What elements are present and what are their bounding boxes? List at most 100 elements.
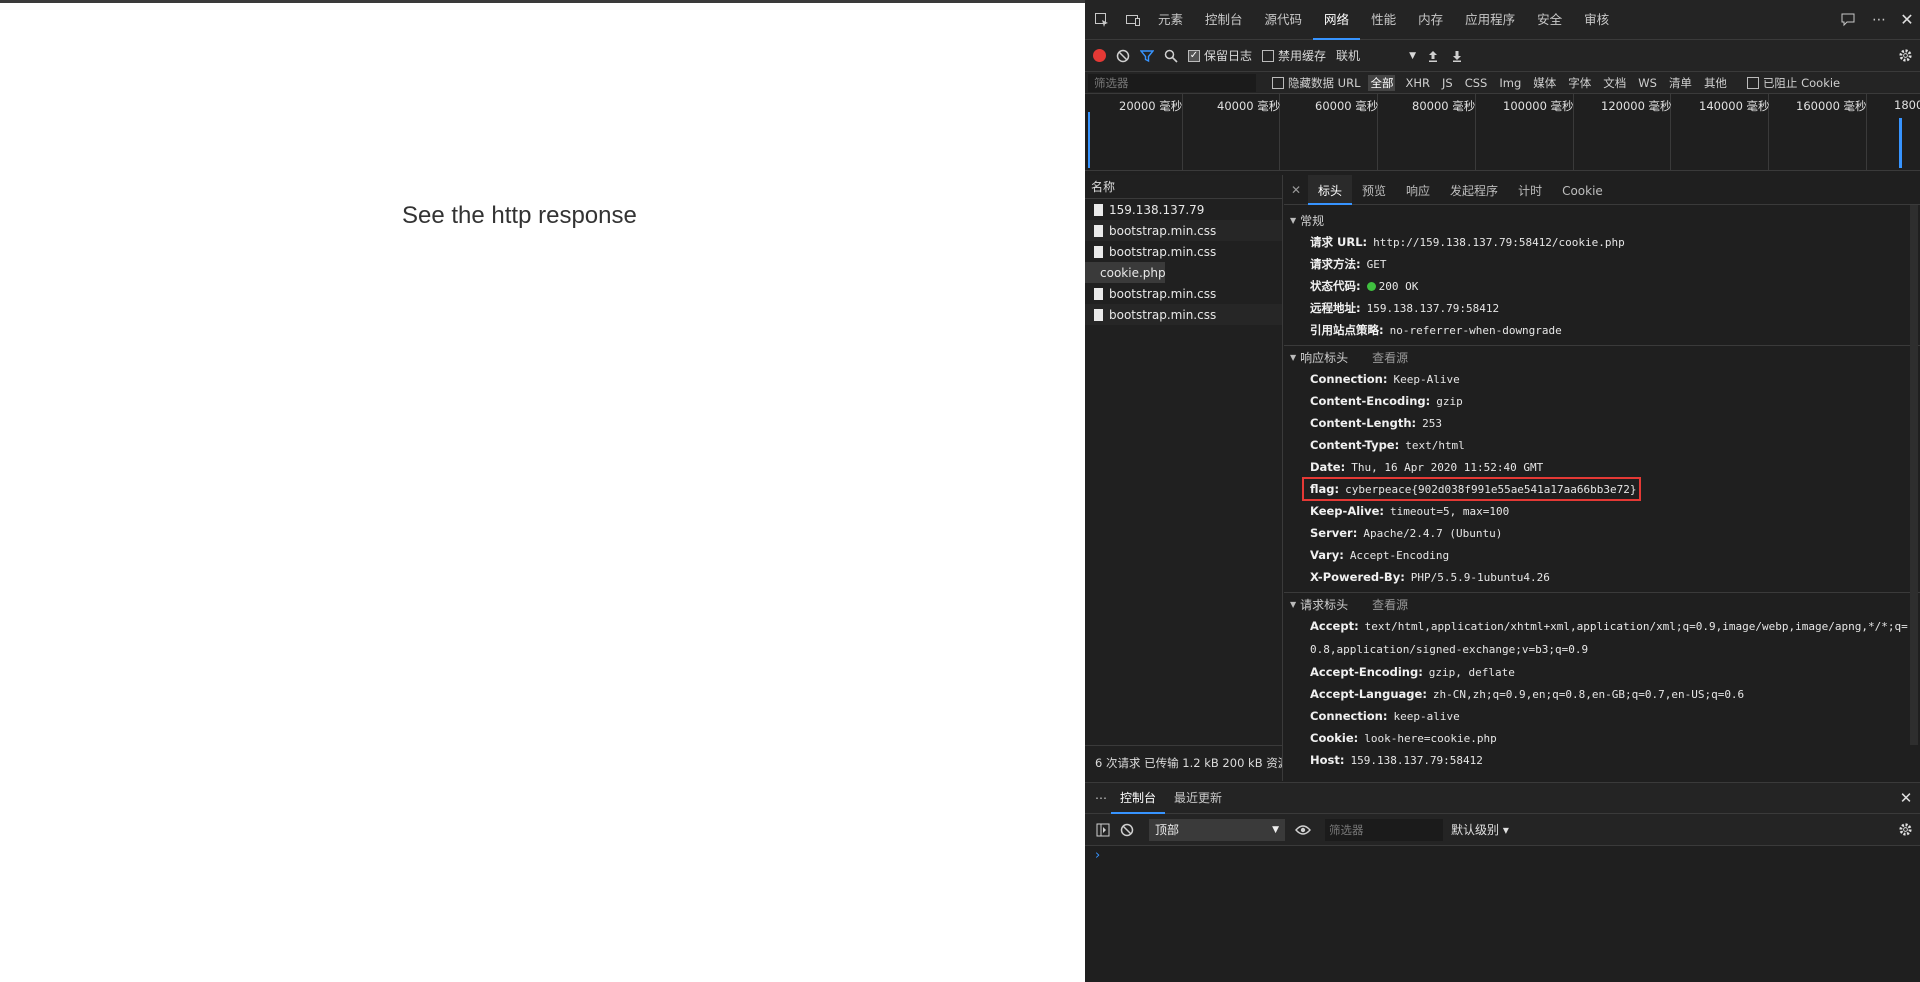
response-header-row: Date: Thu, 16 Apr 2020 11:52:40 GMT [1310, 460, 1544, 474]
filter-type-all[interactable]: 全部 [1368, 74, 1396, 91]
file-icon [1094, 245, 1103, 258]
filter-type-img[interactable]: Img [1497, 76, 1523, 90]
drawer-tab-console[interactable]: 控制台 [1111, 782, 1166, 814]
clear-console-icon[interactable] [1113, 823, 1141, 837]
tab-audits[interactable]: 审核 [1573, 0, 1620, 40]
request-row-bootstrap-css[interactable]: bootstrap.min.css [1085, 304, 1282, 325]
general-section-header[interactable]: ▼ 常规 [1284, 209, 1920, 231]
preserve-log-checked-icon: ✓ [1188, 49, 1200, 62]
request-row-cookie-php[interactable]: cookie.php [1085, 262, 1166, 283]
tab-timing[interactable]: 计时 [1508, 175, 1552, 205]
timeline-tick-label: 20000 毫秒 [1119, 99, 1183, 113]
page-message: See the http response [402, 202, 637, 229]
request-row-bootstrap-css[interactable]: bootstrap.min.css [1085, 241, 1282, 262]
console-settings-gear-icon[interactable] [1890, 822, 1920, 837]
general-referrer-policy: 引用站点策略: no-referrer-when-downgrade [1310, 323, 1562, 337]
filter-type-font[interactable]: 字体 [1566, 75, 1593, 91]
tab-application[interactable]: 应用程序 [1454, 0, 1526, 40]
filter-type-xhr[interactable]: XHR [1403, 76, 1432, 90]
timeline-tick-label: 60000 毫秒 [1315, 99, 1379, 113]
tab-performance[interactable]: 性能 [1360, 0, 1407, 40]
filter-type-doc[interactable]: 文档 [1601, 75, 1628, 91]
import-har-icon[interactable] [1426, 49, 1440, 63]
feedback-icon[interactable] [1832, 12, 1864, 28]
drawer-more-icon[interactable]: ⋯ [1091, 791, 1111, 805]
name-column-header[interactable]: 名称 [1085, 175, 1282, 199]
tab-network[interactable]: 网络 [1313, 0, 1361, 40]
throttle-select[interactable]: 联机 ▼ [1336, 47, 1416, 64]
tab-cookies[interactable]: Cookie [1552, 175, 1613, 205]
network-toolbar: ✓ 保留日志 禁用缓存 联机 ▼ [1085, 40, 1920, 72]
detail-scrollbar[interactable] [1910, 205, 1918, 745]
timeline-tick-label: 100000 毫秒 [1503, 99, 1574, 113]
view-source-link[interactable]: 查看源 [1372, 596, 1408, 613]
response-header-row: X-Powered-By: PHP/5.5.9-1ubuntu4.26 [1310, 570, 1550, 584]
chevron-down-icon: ▼ [1409, 50, 1417, 61]
device-emulation-icon[interactable] [1119, 0, 1147, 40]
close-devtools-icon[interactable]: ✕ [1894, 10, 1920, 29]
timeline-request-bar [1899, 118, 1902, 168]
tab-console[interactable]: 控制台 [1194, 0, 1254, 40]
request-row-bootstrap-css[interactable]: bootstrap.min.css [1085, 220, 1282, 241]
request-row-bootstrap-css[interactable]: bootstrap.min.css [1085, 283, 1282, 304]
filter-type-css[interactable]: CSS [1463, 76, 1490, 90]
general-request-url: 请求 URL: http://159.138.137.79:58412/cooki… [1310, 235, 1625, 249]
tab-response[interactable]: 响应 [1396, 175, 1440, 205]
export-har-icon[interactable] [1450, 49, 1464, 63]
tab-initiator[interactable]: 发起程序 [1440, 175, 1508, 205]
request-headers-section-header[interactable]: ▼ 请求标头 查看源 [1284, 593, 1920, 615]
close-drawer-icon[interactable]: ✕ [1892, 789, 1920, 807]
network-summary: 6 次请求 已传输 1.2 kB 200 kB 资源 [1085, 745, 1282, 779]
live-expression-eye-icon[interactable] [1289, 824, 1317, 836]
clear-icon[interactable] [1116, 49, 1130, 63]
filter-type-ws[interactable]: WS [1636, 76, 1659, 90]
close-detail-icon[interactable]: ✕ [1284, 183, 1308, 197]
console-filter-input[interactable]: 筛选器 [1325, 818, 1443, 841]
more-options-icon[interactable]: ⋯ [1864, 12, 1894, 28]
response-header-flag: flag: cyberpeace{902d038f991e55ae541a17aa… [1284, 477, 1920, 501]
console-prompt-chevron-icon[interactable]: › [1095, 848, 1100, 863]
general-status-code: 状态代码: 200 OK [1310, 279, 1419, 293]
network-timeline-overview[interactable]: 20000 毫秒 40000 毫秒 60000 毫秒 80000 毫秒 1000… [1085, 94, 1920, 171]
timeline-tick-label: 140000 毫秒 [1699, 99, 1770, 113]
checkbox-empty-icon [1746, 76, 1759, 89]
search-icon[interactable] [1164, 49, 1178, 63]
view-source-link[interactable]: 查看源 [1372, 349, 1408, 366]
network-settings-gear-icon[interactable] [1890, 48, 1920, 63]
filter-type-media[interactable]: 媒体 [1531, 75, 1558, 91]
devtools-panel: 元素 控制台 源代码 网络 性能 内存 应用程序 安全 审核 ⋯ ✕ ✓ 保留日… [1085, 0, 1920, 982]
tab-elements[interactable]: 元素 [1147, 0, 1194, 40]
record-icon [1093, 49, 1106, 62]
hide-data-url-checkbox[interactable]: 隐藏数据 URL [1272, 75, 1360, 91]
log-level-select[interactable]: 默认级别 ▾ [1451, 821, 1509, 838]
request-header-accept: Accept: text/html,application/xhtml+xml,a… [1310, 619, 1908, 656]
tab-preview[interactable]: 预览 [1352, 175, 1396, 205]
timeline-tick-label: 40000 毫秒 [1217, 99, 1281, 113]
network-filter-input[interactable]: 筛选器 [1088, 73, 1256, 92]
general-remote-address: 远程地址: 159.138.137.79:58412 [1310, 301, 1500, 315]
request-row-document[interactable]: 159.138.137.79 [1085, 199, 1282, 220]
preserve-log-checkbox[interactable]: ✓ 保留日志 [1188, 47, 1252, 64]
network-filter-bar: 筛选器 隐藏数据 URL 全部 XHR JS CSS Img 媒体 字体 文档 … [1085, 72, 1920, 94]
drawer-tab-whats-new[interactable]: 最近更新 [1165, 782, 1231, 814]
blocked-cookie-checkbox[interactable]: 已阻止 Cookie [1746, 75, 1840, 91]
request-header-row: Accept-Language: zh-CN,zh;q=0.9,en;q=0.8,… [1310, 687, 1745, 701]
tab-security[interactable]: 安全 [1526, 0, 1573, 40]
status-ok-icon [1366, 281, 1376, 291]
request-header-row: Cookie: look-here=cookie.php [1310, 731, 1497, 745]
filter-type-manifest[interactable]: 清单 [1667, 75, 1694, 91]
filter-icon[interactable] [1140, 49, 1154, 63]
console-context-select[interactable]: 顶部 ▼ [1149, 818, 1285, 841]
disable-cache-checkbox[interactable]: 禁用缓存 [1262, 47, 1326, 64]
record-button[interactable] [1093, 49, 1106, 62]
general-request-method: 请求方法: GET [1310, 257, 1387, 271]
tab-headers[interactable]: 标头 [1308, 175, 1353, 205]
inspect-element-icon[interactable] [1085, 0, 1119, 40]
response-headers-section-header[interactable]: ▼ 响应标头 查看源 [1284, 346, 1920, 368]
filter-type-js[interactable]: JS [1440, 76, 1455, 90]
tab-memory[interactable]: 内存 [1407, 0, 1454, 40]
filter-type-other[interactable]: 其他 [1702, 75, 1729, 91]
checkbox-empty-icon [1272, 76, 1284, 89]
tab-sources[interactable]: 源代码 [1254, 0, 1314, 40]
console-sidebar-icon[interactable] [1093, 823, 1113, 837]
